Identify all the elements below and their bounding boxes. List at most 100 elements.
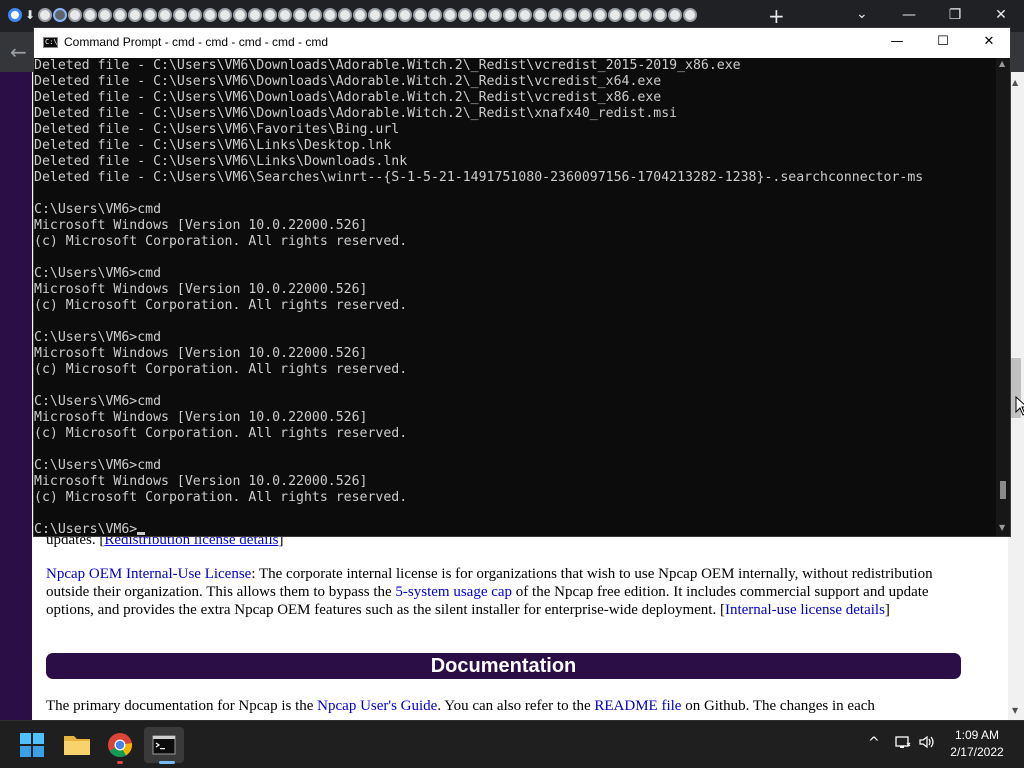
- documentation-paragraph: The primary documentation for Npcap is t…: [46, 697, 958, 715]
- network-icon[interactable]: [894, 734, 912, 754]
- new-tab-button[interactable]: +: [768, 4, 785, 28]
- tab-favicon-icon[interactable]: [278, 8, 292, 22]
- volume-icon[interactable]: [918, 734, 938, 754]
- tab-favicon-icon[interactable]: [683, 8, 697, 22]
- tab-favicon-icon[interactable]: [203, 8, 217, 22]
- tab-favicon-icon[interactable]: [338, 8, 352, 22]
- command-prompt-window[interactable]: C:\ Command Prompt - cmd - cmd - cmd - c…: [33, 27, 1011, 537]
- console-line: (c) Microsoft Corporation. All rights re…: [34, 362, 408, 377]
- file-explorer-icon[interactable]: [57, 727, 97, 763]
- console-line: Deleted file - C:\Users\VM6\Downloads\Ad…: [34, 106, 678, 121]
- tab-favicon-icon[interactable]: [413, 8, 427, 22]
- cmd-title-bar[interactable]: C:\ Command Prompt - cmd - cmd - cmd - c…: [34, 28, 1010, 58]
- chrome-icon[interactable]: [100, 727, 140, 763]
- page-scroll-up-icon[interactable]: ▲: [1012, 78, 1018, 87]
- tab-favicon-icon[interactable]: [443, 8, 457, 22]
- tab-favicon-icon[interactable]: [638, 8, 652, 22]
- cmd-scroll-down-icon[interactable]: ▼: [999, 523, 1005, 532]
- tab-favicon-icon[interactable]: [38, 8, 52, 22]
- tab-favicon-icon[interactable]: [608, 8, 622, 22]
- tab-favicon-icon[interactable]: [533, 8, 547, 22]
- tab-favicon-icon[interactable]: [458, 8, 472, 22]
- oem-internal-use-license-link[interactable]: Npcap OEM Internal-Use License: [46, 566, 251, 582]
- cmd-scrollbar[interactable]: [996, 58, 1010, 536]
- tab-favicon-icon[interactable]: [293, 8, 307, 22]
- tab-search-button[interactable]: ⌄: [856, 6, 868, 22]
- tab-favicon-icon[interactable]: [623, 8, 637, 22]
- paragraph-text: The primary documentation for Npcap is t…: [46, 698, 318, 714]
- console-line: Microsoft Windows [Version 10.0.22000.52…: [34, 410, 368, 425]
- tab-favicon-icon[interactable]: [248, 8, 262, 22]
- tab-favicon-icon[interactable]: [68, 8, 82, 22]
- console-line: C:\Users\VM6>cmd: [34, 330, 162, 345]
- tab-favicon-icon[interactable]: [53, 8, 67, 22]
- tab-favicon-icon[interactable]: [398, 8, 412, 22]
- tab-favicon-icon[interactable]: [518, 8, 532, 22]
- tab-favicon-icon[interactable]: [143, 8, 157, 22]
- usage-cap-link[interactable]: 5-system usage cap: [395, 584, 512, 600]
- tab-favicon-icon[interactable]: [563, 8, 577, 22]
- readme-file-link[interactable]: README file: [594, 698, 681, 714]
- text-cursor: [137, 532, 146, 535]
- console-line: Deleted file - C:\Users\VM6\Links\Downlo…: [34, 154, 408, 169]
- windows-start-icon[interactable]: [12, 727, 52, 763]
- internal-use-license-details-link[interactable]: Internal-use license details: [725, 602, 885, 618]
- tab-favicons[interactable]: ⬇: [8, 8, 698, 24]
- page-scroll-down-icon[interactable]: ▼: [1012, 706, 1018, 715]
- tab-favicon-icon[interactable]: [503, 8, 517, 22]
- console-prompt: C:\Users\VM6>: [34, 522, 138, 536]
- console-line: Microsoft Windows [Version 10.0.22000.52…: [34, 218, 368, 233]
- console-line: Deleted file - C:\Users\VM6\Favorites\Bi…: [34, 122, 400, 137]
- paragraph-text: ]: [884, 602, 890, 618]
- console-line: (c) Microsoft Corporation. All rights re…: [34, 490, 408, 505]
- chrome-running-indicator: [117, 761, 123, 764]
- tab-favicon-icon[interactable]: [263, 8, 277, 22]
- system-clock[interactable]: 1:09 AM 2/17/2022: [940, 727, 1014, 761]
- tab-favicon-icon[interactable]: [473, 8, 487, 22]
- tab-favicon-icon[interactable]: [218, 8, 232, 22]
- tab-favicon-icon[interactable]: [488, 8, 502, 22]
- tab-favicon-icon[interactable]: [233, 8, 247, 22]
- npcap-users-guide-link[interactable]: Npcap User's Guide: [317, 698, 437, 714]
- cmd-console-output[interactable]: Deleted file - C:\Users\VM6\Downloads\Ad…: [34, 58, 996, 536]
- tab-favicon-icon[interactable]: [383, 8, 397, 22]
- download-tab-icon[interactable]: ⬇: [23, 8, 37, 22]
- tab-favicon-icon[interactable]: [158, 8, 172, 22]
- tab-favicon-icon[interactable]: [173, 8, 187, 22]
- google-tab-icon[interactable]: [8, 8, 22, 22]
- tab-favicon-icon[interactable]: [668, 8, 682, 22]
- tab-favicon-icon[interactable]: [128, 8, 142, 22]
- tab-favicon-icon[interactable]: [578, 8, 592, 22]
- console-line: C:\Users\VM6>cmd: [34, 394, 162, 409]
- tab-favicon-icon[interactable]: [428, 8, 442, 22]
- tab-favicon-icon[interactable]: [83, 8, 97, 22]
- oem-license-paragraph: Npcap OEM Internal-Use License: The corp…: [46, 565, 958, 619]
- tab-favicon-icon[interactable]: [353, 8, 367, 22]
- cmd-scrollbar-thumb[interactable]: [1000, 481, 1006, 499]
- cmd-window-title: Command Prompt - cmd - cmd - cmd - cmd -…: [64, 35, 329, 49]
- taskbar: ^ 1:09 AM 2/17/2022: [0, 720, 1024, 768]
- command-prompt-taskbar-icon[interactable]: [144, 727, 184, 763]
- tray-chevron-icon[interactable]: ^: [868, 735, 880, 751]
- paragraph-text: on Github. The changes in each: [681, 698, 875, 714]
- cmd-maximize-button[interactable]: ☐: [920, 28, 966, 58]
- tab-favicon-icon[interactable]: [593, 8, 607, 22]
- console-prompt-line[interactable]: C:\Users\VM6>: [34, 522, 996, 536]
- tab-favicon-icon[interactable]: [308, 8, 322, 22]
- cmd-close-button[interactable]: ✕: [966, 28, 1012, 58]
- tab-favicon-icon[interactable]: [323, 8, 337, 22]
- back-arrow-icon[interactable]: ←: [10, 40, 27, 64]
- tab-favicon-icon[interactable]: [188, 8, 202, 22]
- tab-favicon-icon[interactable]: [548, 8, 562, 22]
- cmd-minimize-button[interactable]: —: [874, 28, 920, 58]
- tab-favicon-icon[interactable]: [368, 8, 382, 22]
- cmd-scroll-up-icon[interactable]: ▲: [999, 59, 1005, 68]
- tab-favicon-icon[interactable]: [113, 8, 127, 22]
- tab-favicon-icon[interactable]: [98, 8, 112, 22]
- console-line: Deleted file - C:\Users\VM6\Downloads\Ad…: [34, 58, 741, 73]
- tab-favicon-icon[interactable]: [653, 8, 667, 22]
